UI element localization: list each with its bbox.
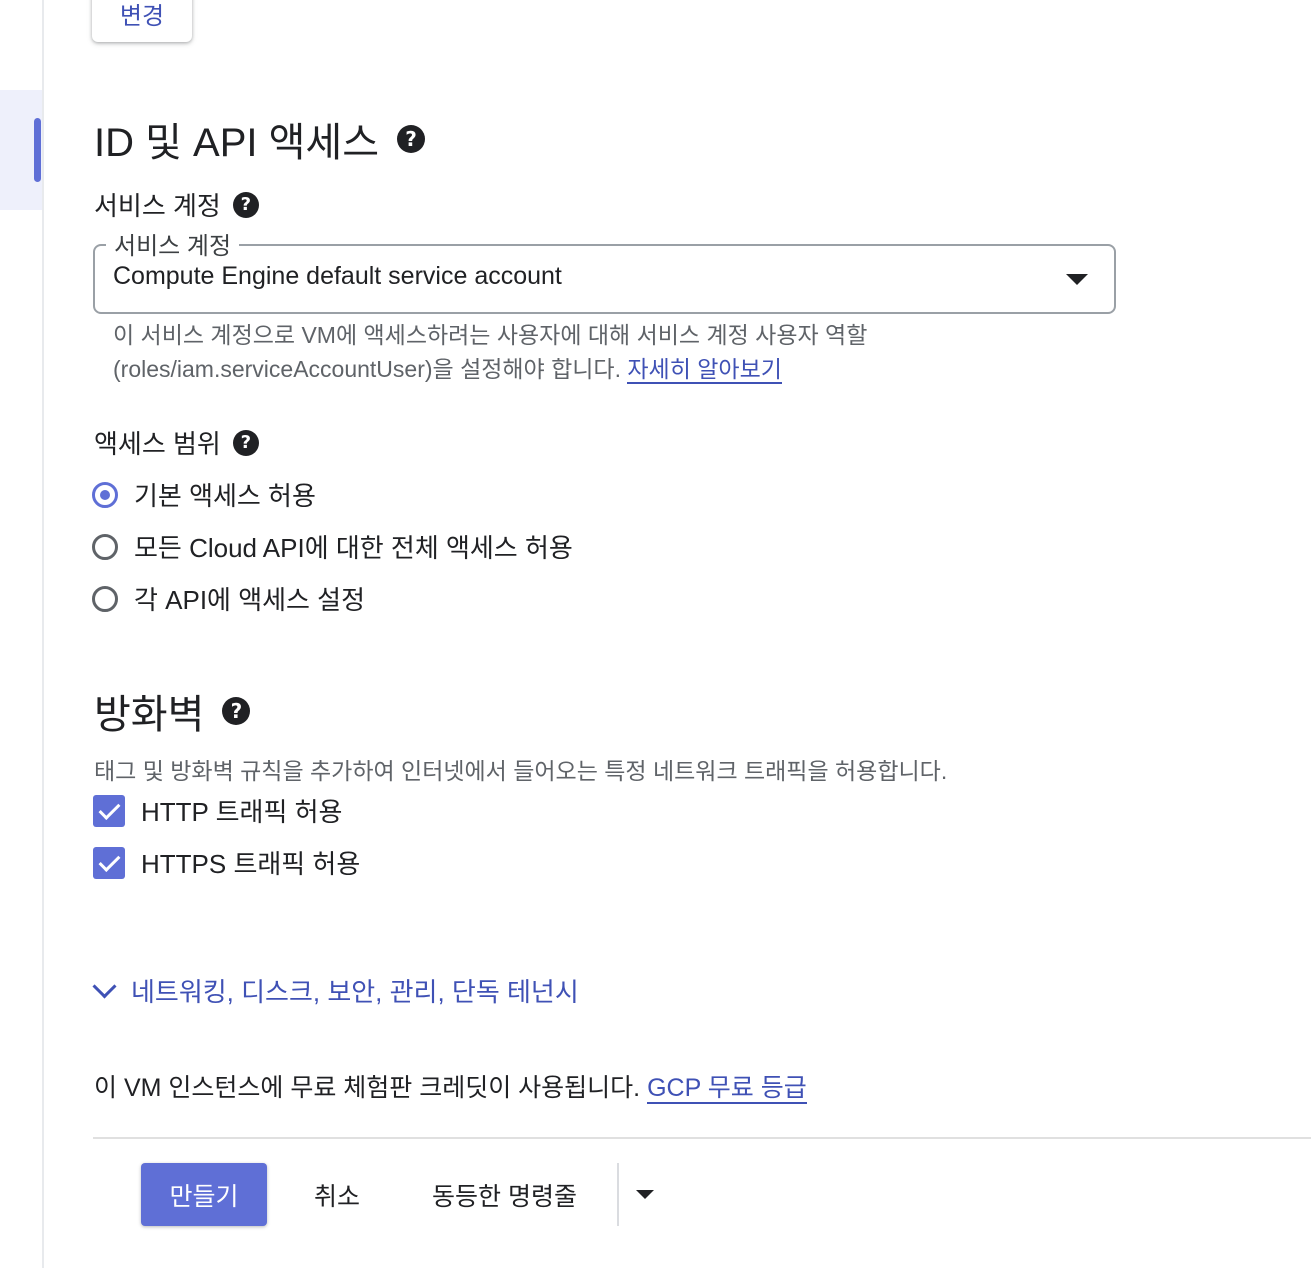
scope-option-per-api[interactable]: 각 API에 액세스 설정: [92, 580, 365, 617]
gcp-free-tier-link[interactable]: GCP 무료 등급: [647, 1074, 807, 1104]
scope-option-default[interactable]: 기본 액세스 허용: [92, 476, 316, 513]
service-account-label-text: 서비스 계정: [94, 191, 221, 221]
advanced-options-label: 네트워킹, 디스크, 보안, 관리, 단독 테넌시: [131, 977, 579, 1007]
create-button[interactable]: 만들기: [141, 1163, 267, 1226]
service-account-select-legend: 서비스 계정: [106, 226, 240, 261]
scope-option-full-cloud-api[interactable]: 모든 Cloud API에 대한 전체 액세스 허용: [92, 528, 573, 565]
scope-option-label: 모든 Cloud API에 대한 전체 액세스 허용: [134, 533, 573, 563]
learn-more-link[interactable]: 자세히 알아보기: [627, 356, 782, 384]
free-trial-notice: 이 VM 인스턴스에 무료 체험판 크레딧이 사용됩니다. GCP 무료 등급: [94, 1068, 807, 1104]
radio-unchecked-icon[interactable]: [92, 533, 118, 560]
change-button[interactable]: 변경: [92, 0, 192, 42]
advanced-options-toggle[interactable]: 네트워킹, 디스크, 보안, 관리, 단독 테넌시: [90, 972, 579, 1009]
scope-option-label: 기본 액세스 허용: [134, 481, 316, 511]
help-icon[interactable]: ?: [232, 191, 259, 218]
scope-option-label: 각 API에 액세스 설정: [134, 585, 366, 615]
equivalent-command-line-button[interactable]: 동등한 명령줄: [432, 1163, 577, 1226]
split-button-divider: [617, 1163, 619, 1226]
identity-title-text: ID 및 API 액세스: [94, 121, 380, 165]
firewall-title-text: 방화벽: [94, 693, 205, 737]
identity-section-title: ID 및 API 액세스 ?: [94, 110, 426, 168]
checkbox-checked-icon[interactable]: [93, 846, 125, 879]
cancel-button[interactable]: 취소: [314, 1163, 360, 1226]
service-account-label: 서비스 계정 ?: [94, 186, 259, 223]
access-scope-label-text: 액세스 범위: [94, 429, 221, 459]
https-traffic-label: HTTPS 트래픽 허용: [141, 849, 361, 879]
radio-checked-icon[interactable]: [92, 481, 118, 508]
help-icon[interactable]: ?: [397, 125, 426, 153]
firewall-section-title: 방화벽 ?: [94, 682, 251, 740]
help-icon[interactable]: ?: [232, 429, 259, 456]
left-nav-rail: [0, 0, 44, 1268]
http-traffic-checkbox[interactable]: HTTP 트래픽 허용: [93, 792, 342, 829]
free-trial-text: 이 VM 인스턴스에 무료 체험판 크레딧이 사용됩니다.: [94, 1074, 648, 1102]
service-account-select-value[interactable]: Compute Engine default service account: [113, 262, 562, 291]
dropdown-caret-icon[interactable]: [1066, 274, 1088, 285]
chevron-down-icon: [92, 974, 117, 999]
left-nav-active-indicator: [34, 118, 41, 182]
access-scope-label: 액세스 범위 ?: [94, 424, 259, 461]
radio-unchecked-icon[interactable]: [92, 585, 118, 612]
service-account-helper-text: 이 서비스 계정으로 VM에 액세스하려는 사용자에 대해 서비스 계정 사용자…: [113, 318, 1093, 386]
http-traffic-label: HTTP 트래픽 허용: [141, 797, 343, 827]
footer-divider: [93, 1137, 1311, 1139]
https-traffic-checkbox[interactable]: HTTPS 트래픽 허용: [93, 844, 360, 881]
firewall-description: 태그 및 방화벽 규칙을 추가하여 인터넷에서 들어오는 특정 네트워크 트래픽…: [94, 758, 948, 784]
checkbox-checked-icon[interactable]: [93, 794, 125, 827]
vm-create-form-page: 변경 ID 및 API 액세스 ? 서비스 계정 ? 서비스 계정 Comput…: [0, 0, 1311, 1268]
help-icon[interactable]: ?: [222, 697, 251, 725]
dropdown-caret-icon[interactable]: [636, 1190, 654, 1199]
